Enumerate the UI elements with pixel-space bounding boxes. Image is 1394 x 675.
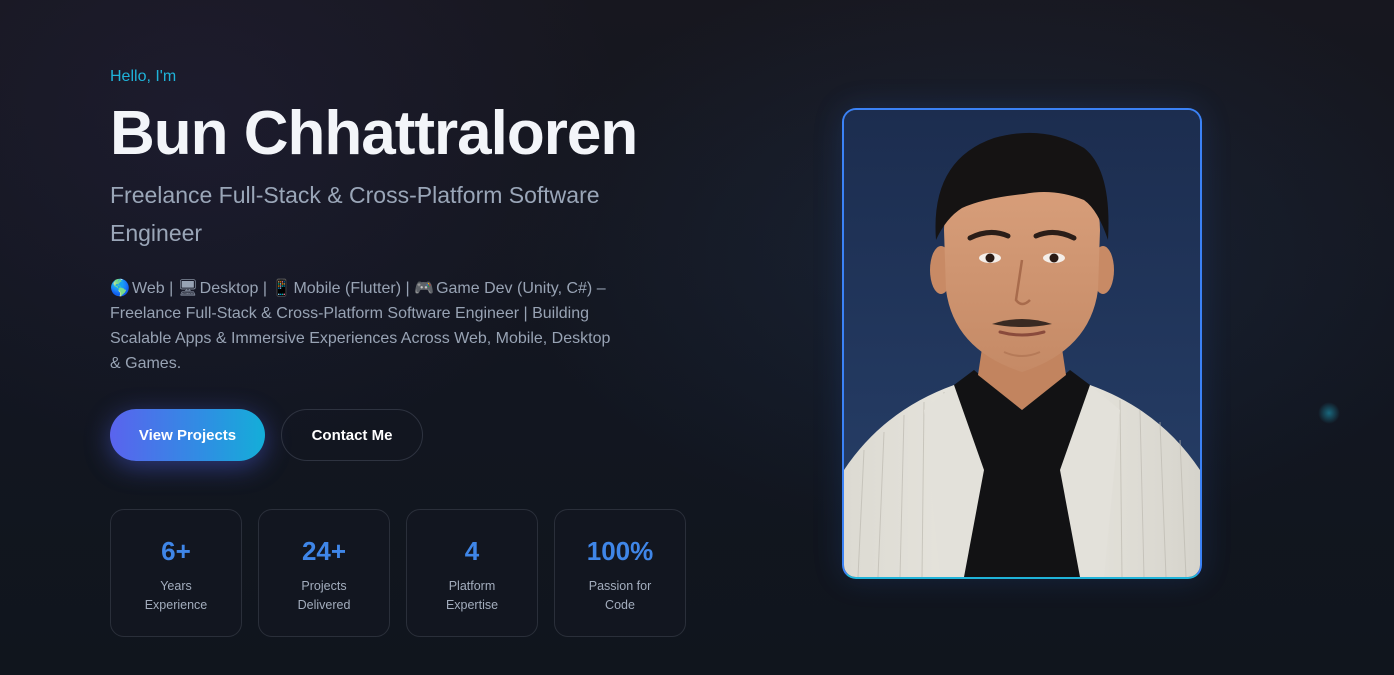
mobile-icon: 📱 [271, 278, 292, 297]
stat-card-years: 6+ Years Experience [110, 509, 242, 637]
stat-label: Years Experience [144, 579, 208, 612]
portrait-illustration [844, 110, 1200, 577]
stats-grid: 6+ Years Experience 24+ Projects Deliver… [110, 509, 710, 637]
stat-value: 100% [586, 536, 654, 566]
view-projects-button[interactable]: View Projects [110, 409, 265, 461]
stat-card-passion: 100% Passion for Code [554, 509, 686, 637]
stat-value: 4 [464, 536, 480, 566]
cta-buttons: View Projects Contact Me [110, 409, 710, 461]
platform-game-dev: Game Dev (Unity, C#) [436, 280, 593, 297]
greeting-text: Hello, I'm [110, 68, 177, 85]
stat-value: 24+ [301, 536, 347, 566]
contact-me-button[interactable]: Contact Me [281, 409, 423, 461]
platform-web: Web [132, 280, 165, 297]
hero-description: 🌎 Web | 🖥 Desktop | 📱 Mobile (Flutter) | 🎮 G… [110, 275, 622, 376]
hero-role: Freelance Full-Stack & Cross-Platform So… [110, 182, 600, 246]
hero-section: Hello, I'm Bun Chhattraloren Freelance F… [110, 66, 710, 637]
stat-label: Platform Expertise [445, 579, 499, 612]
decorative-glow-dot [1318, 402, 1340, 424]
globe-icon: 🌎 [110, 278, 130, 297]
stat-card-platforms: 4 Platform Expertise [406, 509, 538, 637]
separator: | [262, 280, 267, 297]
desktop-icon: 🖥 [177, 278, 198, 297]
separator: | [405, 280, 410, 297]
platform-desktop: Desktop [199, 280, 259, 297]
stat-value: 6+ [161, 536, 191, 566]
stat-label: Projects Delivered [297, 579, 351, 612]
separator: | [169, 280, 174, 297]
hero-name: Bun Chhattraloren [110, 99, 638, 168]
stat-label: Passion for Code [588, 579, 652, 612]
stat-card-projects: 24+ Projects Delivered [258, 509, 390, 637]
profile-portrait [842, 108, 1202, 579]
gamepad-icon: 🎮 [414, 278, 434, 297]
platform-mobile: Mobile (Flutter) [293, 280, 402, 297]
